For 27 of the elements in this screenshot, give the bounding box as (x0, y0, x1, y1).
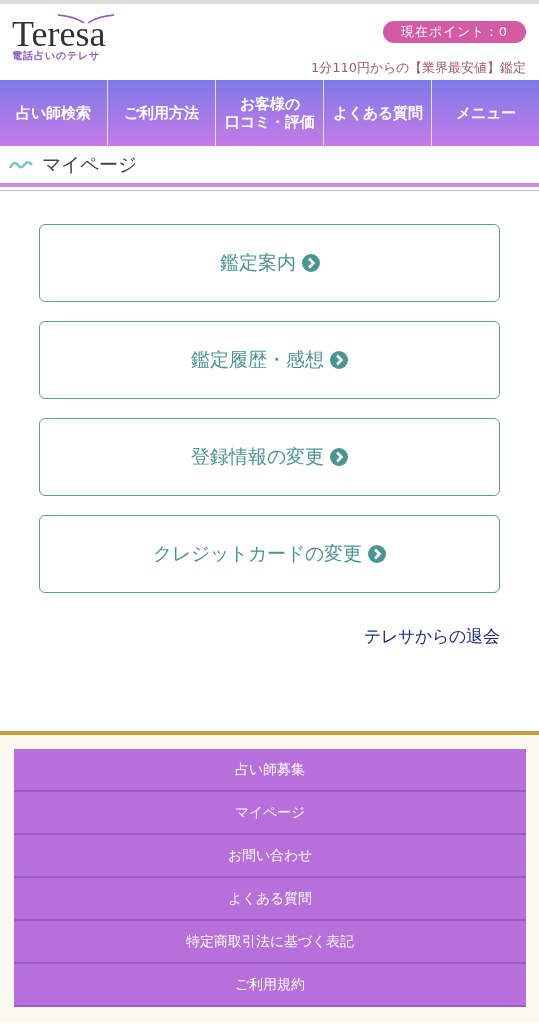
footer-link[interactable]: よくある質問 (14, 878, 526, 921)
chevron-circle-icon (368, 545, 386, 563)
menu-button[interactable]: 登録情報の変更 (39, 418, 500, 496)
menu-button[interactable]: クレジットカードの変更 (39, 515, 500, 593)
nav-tab[interactable]: 占い師検索 (0, 80, 108, 146)
logo-subtitle: 電話占いのテレサ (12, 50, 100, 62)
withdraw-link[interactable]: テレサからの退会 (364, 625, 500, 648)
points-badge: 現在ポイント：0 (382, 21, 526, 43)
footer-link[interactable]: マイページ (14, 792, 526, 835)
footer-link[interactable]: 占い師募集 (14, 749, 526, 792)
chevron-circle-icon (301, 254, 320, 272)
swirl-icon (8, 158, 34, 171)
footer-link[interactable]: 特定商取引法に基づく表記 (14, 921, 526, 964)
menu-button[interactable]: 鑑定案内 (39, 224, 500, 302)
footer-link[interactable]: お問い合わせ (14, 835, 526, 878)
logo[interactable]: Teresa (12, 18, 106, 50)
page-title: マイページ (42, 151, 137, 177)
nav-tab[interactable]: お客様の 口コミ・評価 (216, 80, 324, 146)
footer-link[interactable]: ご利用規約 (14, 964, 526, 1007)
nav-tab[interactable]: よくある質問 (324, 80, 432, 146)
nav-tab[interactable]: ご利用方法 (108, 80, 216, 146)
nav-tab[interactable]: メニュー (432, 80, 539, 146)
tagline: 1分110円からの【業界最安値】鑑定 (310, 59, 526, 77)
chevron-circle-icon (330, 351, 348, 369)
menu-button[interactable]: 鑑定履歴・感想 (39, 321, 500, 399)
wings-icon (56, 14, 116, 24)
chevron-circle-icon (330, 448, 348, 466)
